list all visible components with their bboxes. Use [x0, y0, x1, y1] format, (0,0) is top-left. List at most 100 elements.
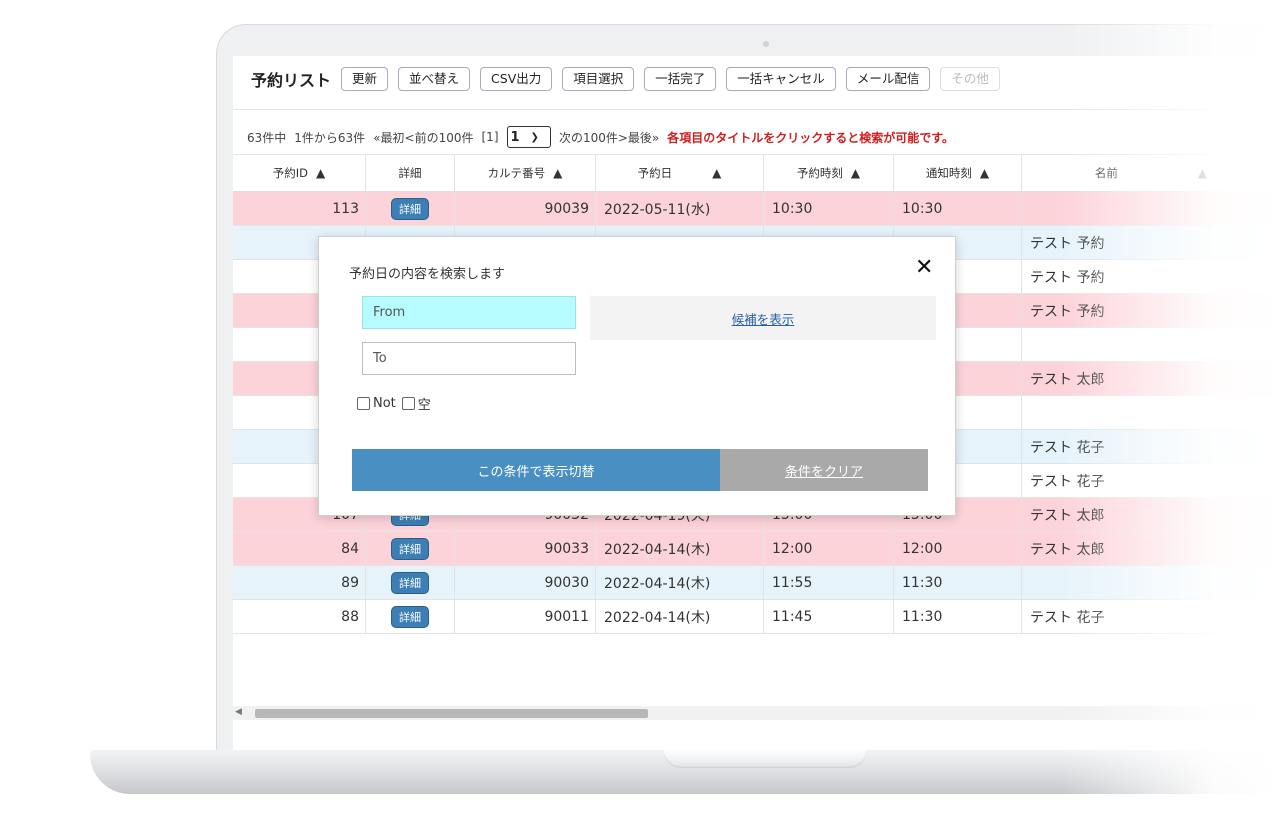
row-detail-cell: 詳細	[366, 566, 455, 600]
table-row[interactable]: 88 90011 2022-04-14(木) 11:45 11:30 テスト 花子 詳細	[233, 600, 1280, 634]
bulk-cancel-button[interactable]: 一括キャンセル	[726, 67, 836, 91]
pager-current-page: [1]	[481, 130, 499, 144]
page-select-value: 1	[510, 129, 520, 145]
row-reservation-time: 11:55	[764, 566, 894, 600]
row-detail-cell: 詳細	[366, 600, 455, 634]
row-reservation-id: 88	[233, 600, 366, 634]
pager-first-prev-link[interactable]: «最初<前の100件	[373, 129, 473, 146]
row-name: テスト 花子	[1030, 610, 1105, 626]
header-detail: 詳細	[366, 155, 455, 191]
header-label: 名前	[1094, 166, 1118, 180]
row-reservation-id: 89	[233, 566, 366, 600]
laptop-camera	[763, 41, 769, 47]
sort-icon: ▲︎	[1197, 166, 1208, 180]
close-icon[interactable]: ✕	[915, 255, 933, 280]
search-hint: 各項目のタイトルをクリックすると検索が可能です。	[667, 130, 955, 145]
row-karte-number: 90030	[455, 566, 596, 600]
header-label: 詳細	[398, 166, 422, 180]
row-name: テスト 予約	[1030, 270, 1105, 286]
not-label: Not	[373, 396, 396, 411]
empty-checkbox[interactable]	[401, 397, 415, 410]
row-reservation-date: 2022-04-14(木)	[596, 566, 764, 600]
sort-icon: ▲︎	[712, 166, 722, 180]
detail-button[interactable]: 詳細	[392, 199, 428, 219]
sort-button[interactable]: 並べ替え	[398, 67, 471, 91]
header-notify-time[interactable]: 通知時刻 ▲︎	[894, 155, 1022, 191]
row-reservation-date: 2022-04-14(木)	[596, 532, 764, 566]
date-search-popup: 予約日の内容を検索します ✕ From To 候補を表示 Not 空 この条件で…	[318, 236, 956, 516]
header-label: カルテ番号	[487, 166, 546, 180]
row-name	[1022, 396, 1280, 430]
header-reservation-id[interactable]: 予約ID ▲︎	[233, 155, 366, 191]
header-label: 予約ID	[272, 166, 308, 180]
sort-icon: ▲︎	[316, 166, 326, 180]
sort-icon: ▲︎	[553, 166, 563, 180]
table-header: 予約ID ▲︎ 詳細 カルテ番号 ▲︎ 予約日 ▲︎ 予約時刻 ▲︎ 通知時刻 ▲︎ 名前…	[233, 154, 1280, 192]
pager-next-last-link[interactable]: 次の100件>最後»	[559, 129, 659, 146]
detail-button[interactable]: 詳細	[392, 573, 428, 593]
row-reservation-time: 10:30	[764, 192, 894, 226]
csv-export-button[interactable]: CSV出力	[480, 67, 553, 91]
row-name: テスト 予約	[1030, 304, 1105, 320]
sort-icon: ▲︎	[850, 166, 861, 180]
detail-button[interactable]: 詳細	[392, 607, 428, 627]
header-name[interactable]: 名前 ▲︎	[1022, 155, 1280, 191]
row-detail-cell: 詳細	[366, 532, 455, 566]
header-label: 通知時刻	[925, 166, 972, 180]
refresh-button[interactable]: 更新	[341, 67, 389, 91]
table-row[interactable]: 84 90033 2022-04-14(木) 12:00 12:00 テスト 太郎 詳細	[233, 532, 1280, 566]
apply-filter-button[interactable]: この条件で表示切替	[352, 449, 720, 491]
bulk-complete-button[interactable]: 一括完了	[644, 67, 717, 91]
scrollbar-thumb[interactable]	[255, 709, 648, 718]
row-name: テスト 花子	[1030, 474, 1105, 490]
toolbar: 予約リスト 更新 並べ替え CSV出力 項目選択 一括完了 一括キャンセル メー…	[233, 64, 1010, 94]
pager: 63件中 1件から63件 «最初<前の100件 [1] 1 ❯ 次の100件>最…	[247, 126, 962, 148]
table-row[interactable]: 113 90039 2022-05-11(水) 10:30 10:30 詳細	[233, 192, 1280, 226]
row-name: テスト 太郎	[1030, 372, 1105, 388]
row-name	[1022, 328, 1280, 362]
row-reservation-date: 2022-04-14(木)	[596, 600, 764, 634]
row-name: テスト 予約	[1030, 236, 1105, 252]
from-date-input[interactable]: From	[362, 296, 576, 329]
table-row[interactable]: 89 90030 2022-04-14(木) 11:55 11:30 詳細	[233, 566, 1280, 600]
other-button[interactable]: その他	[940, 67, 1000, 91]
row-name	[1022, 192, 1280, 226]
row-notify-time: 10:30	[894, 192, 1022, 226]
row-name: テスト 太郎	[1030, 508, 1105, 524]
header-label: 予約日	[637, 166, 673, 180]
header-reservation-time[interactable]: 予約時刻 ▲︎	[764, 155, 894, 191]
row-notify-time: 11:30	[894, 600, 1022, 634]
header-reservation-date[interactable]: 予約日 ▲︎	[596, 155, 764, 191]
header-karte-number[interactable]: カルテ番号 ▲︎	[455, 155, 596, 191]
row-name	[1022, 566, 1280, 600]
scroll-left-icon[interactable]: ◀	[235, 707, 242, 717]
popup-title: 予約日の内容を検索します	[349, 267, 506, 282]
column-select-button[interactable]: 項目選択	[562, 67, 635, 91]
row-notify-time: 11:30	[894, 566, 1022, 600]
clear-filter-button[interactable]: 条件をクリア	[720, 449, 928, 491]
pager-total: 63件中	[247, 130, 287, 145]
filter-checkboxes: Not 空	[357, 394, 437, 413]
show-candidates-link[interactable]: 候補を表示	[732, 309, 795, 328]
row-karte-number: 90033	[455, 532, 596, 566]
row-reservation-time: 12:00	[764, 532, 894, 566]
row-reservation-time: 11:45	[764, 600, 894, 634]
row-name: テスト 花子	[1030, 440, 1105, 456]
page-select[interactable]: 1 ❯	[506, 126, 551, 148]
pager-range: 1件から63件	[294, 130, 366, 145]
toolbar-divider	[233, 109, 1280, 110]
header-label: 予約時刻	[796, 166, 843, 180]
row-detail-cell: 詳細	[366, 192, 455, 226]
row-notify-time: 12:00	[894, 532, 1022, 566]
laptop-base-notch	[663, 750, 867, 768]
not-checkbox[interactable]	[357, 397, 370, 410]
to-date-input[interactable]: To	[362, 342, 576, 375]
row-reservation-id: 84	[233, 532, 366, 566]
sort-icon: ▲︎	[979, 166, 990, 180]
horizontal-scrollbar[interactable]: ◀	[233, 706, 1280, 720]
chevron-down-icon: ❯	[530, 131, 539, 143]
mail-send-button[interactable]: メール配信	[845, 67, 931, 91]
detail-button[interactable]: 詳細	[392, 539, 428, 559]
row-karte-number: 90039	[455, 192, 596, 226]
page-title: 予約リスト	[251, 71, 332, 90]
